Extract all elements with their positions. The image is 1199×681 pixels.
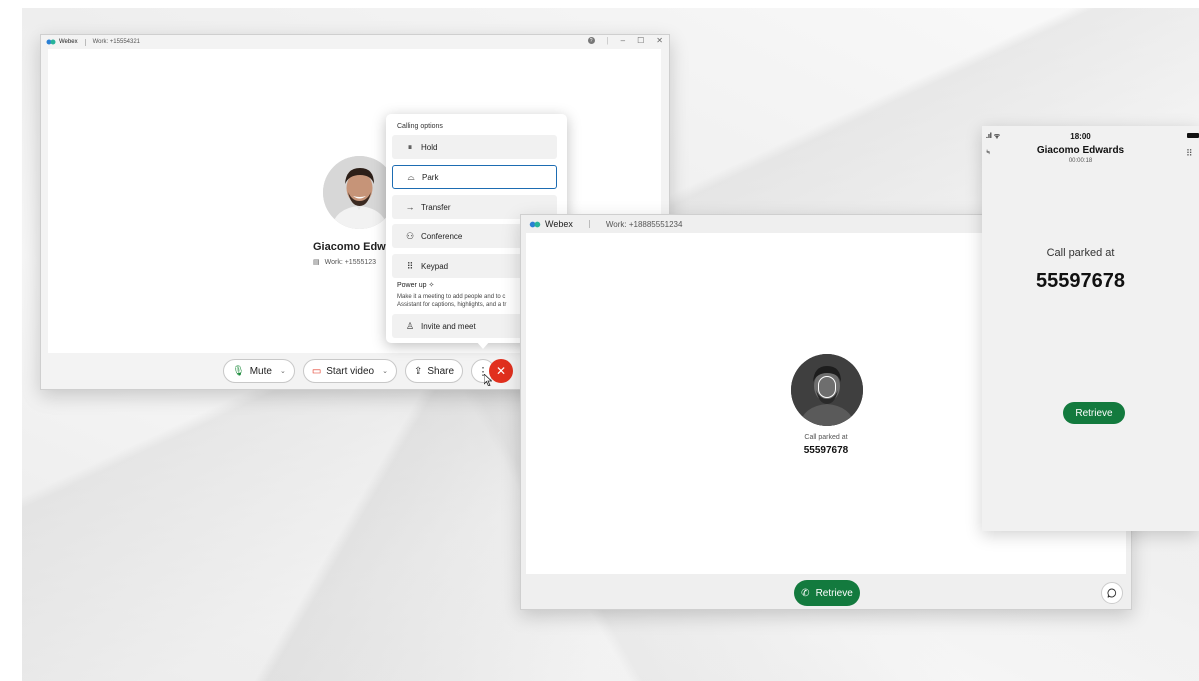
people-icon: ⚇ <box>405 230 415 241</box>
contact-avatar <box>791 354 863 426</box>
keypad-icon[interactable]: ⠿ <box>1186 148 1193 159</box>
chevron-down-icon[interactable]: ⌄ <box>382 367 388 375</box>
parked-label: Call parked at <box>1046 247 1115 259</box>
line-label: Work: +15554321 <box>92 39 141 45</box>
retrieve-button[interactable]: ✆ Retrieve <box>794 580 860 606</box>
status-time: 18:00 <box>1070 132 1091 141</box>
park-status-icon <box>818 376 836 398</box>
menu-heading: Calling options <box>397 123 443 130</box>
sparkle-icon: ✧ <box>428 282 435 289</box>
person-add-icon: ♙ <box>405 320 415 331</box>
phone-icon: ✆ <box>801 587 810 599</box>
mouse-cursor-icon <box>484 374 492 386</box>
title-bar: Webex Work: +15554321 ? | – ☐ ✕ <box>41 35 669 49</box>
close-icon: ✕ <box>496 364 507 378</box>
menu-item-label: Invite and meet <box>421 321 476 331</box>
pause-icon: ⏸ <box>407 141 413 152</box>
title-divider <box>588 220 590 228</box>
title-divider <box>84 38 86 46</box>
end-call-button[interactable]: ✕ <box>489 359 514 383</box>
contact-number: Work: +1555123 <box>324 258 377 266</box>
arrow-right-icon: → <box>405 202 415 212</box>
mute-label: Mute <box>249 365 272 377</box>
app-name: Webex <box>545 219 573 229</box>
menu-item-label: Park <box>422 172 439 182</box>
call-control-bar: 🎙 Mute ⌄ ▭ Start video ⌄ ⇪ Share ⋮ ✕ <box>223 359 514 383</box>
menu-item-label: Keypad <box>421 261 449 271</box>
retrieve-label: Retrieve <box>815 587 853 599</box>
maximize-icon[interactable]: ☐ <box>637 36 644 45</box>
park-icon: ⌓ <box>407 171 415 182</box>
menu-item-label: Hold <box>421 142 438 152</box>
start-video-label: Start video <box>326 365 375 377</box>
parked-number: 55597678 <box>1036 270 1125 292</box>
contact-number-row: ▤ Work: +1555123 <box>313 258 377 267</box>
menu-item-label: Transfer <box>421 202 451 212</box>
menu-item-label: Conference <box>421 231 463 241</box>
chat-button[interactable] <box>1101 582 1123 604</box>
webex-logo-icon <box>46 39 56 45</box>
menu-item-hold[interactable]: ⏸ Hold <box>392 135 557 159</box>
share-label: Share <box>427 365 455 377</box>
powerup-title-text: Power up <box>397 282 427 289</box>
start-video-button[interactable]: ▭ Start video ⌄ <box>302 359 397 383</box>
minimize-icon[interactable]: – <box>621 36 625 45</box>
powerup-title: Power up ✧ <box>397 281 434 289</box>
building-icon: ▤ <box>313 259 320 266</box>
share-button[interactable]: ⇪ Share <box>404 359 464 383</box>
app-name: Webex <box>59 39 78 45</box>
contact-name: Giacomo Edwar <box>313 241 397 253</box>
menu-item-park[interactable]: ⌓ Park <box>392 165 557 189</box>
chat-bubble-icon <box>1107 588 1117 598</box>
battery-icon <box>1187 133 1199 138</box>
call-duration: 00:00:18 <box>1068 158 1093 164</box>
retrieve-button[interactable]: Retrieve <box>1063 402 1125 424</box>
separator: | <box>606 36 609 45</box>
mute-button[interactable]: 🎙 Mute ⌄ <box>223 359 295 383</box>
line-label: Work: +18885551234 <box>605 219 683 229</box>
mobile-call-screen: .ıl ᯤ 18:00 ⌞ ⌝ Giacomo Edwards 00:00:18 … <box>982 126 1199 531</box>
video-off-icon: ▭ <box>311 365 322 377</box>
menu-caret <box>476 341 490 349</box>
close-icon[interactable]: ✕ <box>656 36 663 45</box>
keypad-icon: ⠿ <box>406 260 414 271</box>
webex-logo-icon <box>529 221 541 227</box>
share-icon: ⇪ <box>413 365 423 377</box>
chevron-down-icon[interactable]: ⌄ <box>280 367 286 375</box>
retrieve-label: Retrieve <box>1075 407 1113 419</box>
contact-name: Giacomo Edwards <box>1036 145 1125 156</box>
window-controls: ? | – ☐ ✕ <box>587 36 663 45</box>
microphone-icon: 🎙 <box>232 365 245 377</box>
help-icon[interactable]: ? <box>587 37 595 44</box>
